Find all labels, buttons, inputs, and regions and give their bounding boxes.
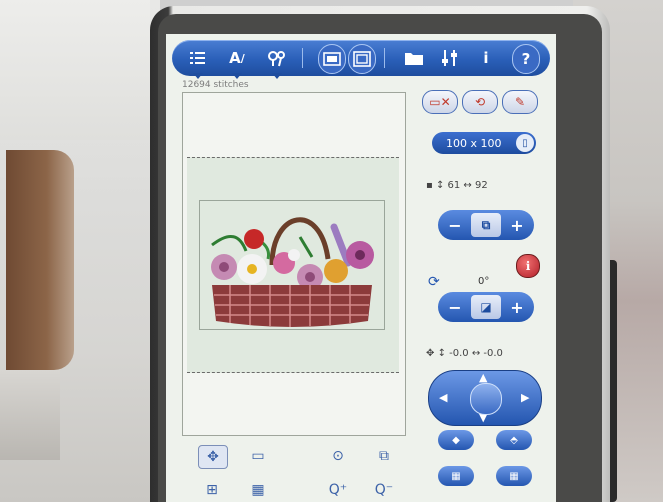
resize-icon: ⧉	[481, 217, 491, 232]
help-icon: ?	[521, 50, 531, 68]
delete-design-button[interactable]: ▭✕	[422, 90, 458, 114]
move-right-button[interactable]: ▶	[521, 391, 529, 404]
flip-vertical-button[interactable]: ⬘	[496, 430, 532, 450]
flip-horizontal-icon: ◆	[452, 434, 460, 446]
rotate-mode-icon[interactable]: ⊙	[324, 445, 352, 467]
rotation-readout: 0°	[478, 276, 490, 287]
machine-body-left	[0, 0, 160, 502]
top-toolbar: A ∕ i ?	[172, 40, 550, 79]
machine-recess	[6, 150, 74, 370]
size-mode-button[interactable]: ⧉	[471, 213, 501, 237]
rotate-angle-icon: ⟳	[428, 274, 440, 290]
bottom-toolbar: ✥ ▭ ⊙ ⧉ ⊞ ▦ Q⁺ Q⁻	[166, 439, 416, 502]
hoop-size-button[interactable]: 100 x 100 ▯	[432, 132, 536, 154]
settings-icon[interactable]	[436, 44, 464, 72]
flip-vertical-icon: ⬘	[510, 434, 518, 446]
zoom-out-icon[interactable]: Q⁻	[370, 479, 398, 501]
design-bounding-box[interactable]	[199, 200, 385, 330]
flip-horizontal-button[interactable]: ◆	[438, 430, 474, 450]
grid-pattern-icon: ▦	[451, 470, 461, 482]
rotate-icon: ⟲	[474, 95, 486, 109]
stitch-count: 12694 stitches	[182, 80, 249, 90]
text-edit-icon: A	[229, 49, 241, 67]
hoop-size-label: 100 x 100	[446, 136, 502, 150]
grid-icon[interactable]: ⊞	[198, 479, 226, 501]
text-edit-button[interactable]: A ∕	[222, 44, 252, 79]
delete-design-icon: ▭✕	[429, 95, 451, 109]
hoop-view-icon[interactable]	[318, 44, 346, 74]
center-button[interactable]	[470, 383, 502, 415]
layout-list-icon[interactable]	[184, 44, 212, 79]
info-icon: i	[483, 49, 489, 67]
hoop-toggle-icon: ▯	[516, 134, 534, 152]
frame-view-icon[interactable]	[348, 44, 376, 74]
copy-icon[interactable]: ⧉	[370, 445, 398, 467]
pattern-button-2[interactable]: ▦	[496, 466, 532, 486]
size-icon: ▪	[426, 180, 433, 191]
move-dpad: ▲ ▼ ◀ ▶	[428, 370, 542, 426]
rotate-mode-button[interactable]: ◪	[471, 295, 501, 319]
size-plus-button[interactable]: +	[504, 213, 530, 237]
lcd-screen: A ∕ i ? 12694 stitches ▭✕ ⟲ ✎ 100 x 100 …	[166, 34, 556, 502]
move-mode-icon[interactable]: ✥	[198, 445, 228, 469]
rotate-mode-icon: ◪	[480, 300, 492, 314]
pattern-icon[interactable]: ▦	[244, 479, 272, 501]
lock-button[interactable]: ℹ	[516, 254, 540, 278]
grid-pattern-icon: ▦	[509, 470, 519, 482]
embroidery-canvas[interactable]	[182, 92, 406, 436]
flower-basket-design	[211, 217, 374, 327]
lock-icon: ℹ	[525, 259, 531, 273]
info-button[interactable]: i	[472, 44, 500, 72]
rotate-minus-button[interactable]: −	[442, 295, 468, 319]
frame-mode-icon[interactable]: ▭	[244, 445, 272, 467]
folder-icon[interactable]	[400, 44, 428, 72]
rotation-control: − ◪ +	[438, 292, 534, 322]
zoom-in-icon[interactable]: Q⁺	[324, 479, 352, 501]
size-minus-button[interactable]: −	[442, 213, 468, 237]
size-control: − ⧉ +	[438, 210, 534, 240]
flower-edit-icon[interactable]	[262, 44, 292, 79]
machine-base	[0, 370, 60, 460]
hoop-area	[187, 157, 399, 373]
move-icon: ✥	[426, 348, 435, 359]
machine-panel	[0, 0, 150, 140]
rotate-plus-button[interactable]: +	[504, 295, 530, 319]
position-readout: ✥ ↕ -0.0 ↔ -0.0	[426, 348, 503, 359]
rotate-design-button[interactable]: ⟲	[462, 90, 498, 114]
thread-color-button[interactable]: ✎	[502, 90, 538, 114]
size-readout: ▪ ↕ 61 ↔ 92	[426, 180, 488, 191]
thread-color-icon: ✎	[514, 95, 526, 109]
move-left-button[interactable]: ◀	[439, 391, 447, 404]
pattern-button-1[interactable]: ▦	[438, 466, 474, 486]
help-button[interactable]: ?	[512, 44, 540, 74]
